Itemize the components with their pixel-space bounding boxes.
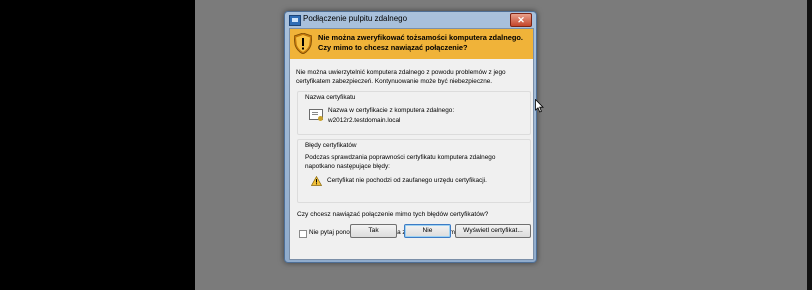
no-button[interactable]: Nie [404, 224, 451, 238]
errors-desc-line-2: napotkano następujące błędy: [305, 163, 390, 170]
shield-warning-icon [294, 33, 312, 54]
app-icon [289, 15, 301, 26]
warning-line-1: Nie można zweryfikować tożsamości komput… [318, 33, 523, 42]
title-bar[interactable]: Podłączenie pulpitu zdalnego ✕ [285, 12, 536, 28]
left-black-panel [0, 0, 195, 290]
errors-desc-line-1: Podczas sprawdzania poprawności certyfik… [305, 154, 496, 161]
certificate-seal [318, 116, 323, 121]
close-button[interactable]: ✕ [510, 13, 532, 27]
view-certificate-button[interactable]: Wyświetl certyfikat... [455, 224, 531, 238]
warning-header: Nie można zweryfikować tożsamości komput… [290, 29, 533, 59]
dialog-title: Podłączenie pulpitu zdalnego [303, 14, 408, 23]
connect-question: Czy chcesz nawiązać połączenie mimo tych… [297, 211, 489, 218]
mouse-cursor-icon [535, 99, 544, 113]
warning-text: Nie można zweryfikować tożsamości komput… [318, 33, 523, 53]
description-line-1: Nie można uwierzytelnić komputera zdalne… [296, 69, 506, 76]
warning-icon [311, 176, 322, 186]
certificate-value: w2012r2.testdomain.local [328, 117, 401, 124]
certificate-name-group: Nazwa certyfikatu Nazwa w certyfikacie z… [297, 91, 531, 135]
description: Nie można uwierzytelnić komputera zdalne… [296, 69, 506, 86]
certificate-group-title: Nazwa certyfikatu [305, 94, 356, 101]
certificate-label: Nazwa w certyfikacie z komputera zdalneg… [328, 107, 455, 114]
dont-ask-checkbox[interactable] [299, 230, 307, 238]
right-dark-edge [807, 0, 812, 290]
error-item: Certyfikat nie pochodzi od zaufanego urz… [327, 177, 487, 184]
yes-button[interactable]: Tak [350, 224, 397, 238]
errors-group-title: Błędy certyfikatów [305, 142, 357, 149]
close-icon: ✕ [517, 15, 525, 25]
description-line-2: certyfikatem zabezpieczeń. Kontynuowanie… [296, 77, 493, 85]
certificate-errors-group: Błędy certyfikatów Podczas sprawdzania p… [297, 139, 531, 203]
warning-line-2: Czy mimo to chcesz nawiązać połączenie? [318, 43, 468, 52]
